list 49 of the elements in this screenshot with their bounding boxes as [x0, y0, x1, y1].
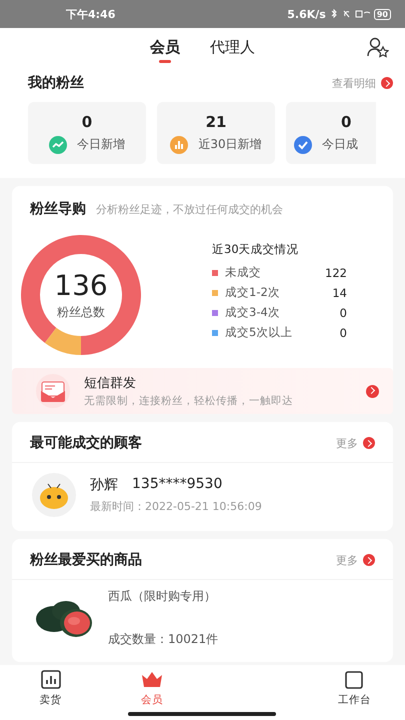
crown-icon — [140, 670, 163, 690]
stat-card[interactable]: 0 今日新增 — [28, 102, 146, 164]
customer-name: 孙辉 — [90, 476, 118, 494]
legend-count: 122 — [325, 266, 347, 280]
legend-count: 14 — [332, 286, 347, 300]
nav-tab[interactable]: 工作台 — [324, 670, 384, 707]
section-title: 粉丝最爱买的商品 — [30, 551, 142, 569]
stat-card[interactable]: 21 近30日新增 — [157, 102, 275, 164]
stat-value: 0 — [82, 112, 92, 130]
stat-value: 0 — [341, 112, 352, 130]
legend-label: 未成交 — [225, 265, 262, 280]
stat-label: 近30日新增 — [198, 136, 262, 153]
total-label: 粉丝总数 — [57, 304, 105, 321]
stat-label: 今日新增 — [77, 136, 125, 153]
product-name: 西瓜（限时购专用） — [108, 588, 217, 605]
chevron-icon — [366, 384, 379, 398]
section-title: 粉丝导购 — [30, 200, 86, 218]
battery-icon: 90 — [374, 8, 391, 20]
stat-card[interactable]: 0 今日成 — [286, 102, 376, 164]
user-star-icon[interactable] — [367, 36, 389, 58]
section-subtitle: 分析粉丝足迹，不放过任何成交的机会 — [96, 202, 283, 217]
sms-subtitle: 无需限制，连接粉丝，轻松传播，一触即达 — [84, 394, 294, 408]
customer-phone: 135****9530 — [132, 476, 222, 494]
stat-label: 今日成 — [322, 136, 358, 153]
section-title: 我的粉丝 — [28, 74, 84, 92]
sales-count: 成交数量：10021件 — [108, 631, 218, 648]
latest-time: 最新时间：2022-05-21 10:56:09 — [90, 499, 262, 514]
tab[interactable]: 会员 — [150, 32, 180, 62]
legend-count: 0 — [340, 306, 347, 320]
network-speed: 5.6K/s — [287, 8, 326, 20]
envelope-icon — [36, 374, 70, 408]
section-title: 最可能成交的顾客 — [30, 434, 142, 452]
nav-tab[interactable]: 卖货 — [20, 670, 81, 707]
total-count: 136 — [54, 269, 108, 302]
avatar — [32, 473, 76, 517]
tab[interactable]: 代理人 — [210, 32, 255, 62]
status-icons — [330, 9, 370, 19]
sms-title: 短信群发 — [84, 375, 137, 392]
legend-label: 成交5次以上 — [225, 325, 294, 340]
status-time: 下午4:46 — [66, 6, 116, 22]
square-icon — [343, 670, 366, 690]
legend-label: 成交1-2次 — [225, 285, 281, 300]
bar-chart-icon — [40, 670, 62, 690]
nav-tab[interactable]: 会员 — [122, 670, 182, 707]
sms-banner[interactable]: 短信群发 无需限制，连接粉丝，轻松传播，一触即达 — [12, 368, 393, 414]
legend-count: 0 — [340, 326, 347, 340]
legend-title: 近30天成交情况 — [212, 242, 300, 257]
legend-label: 成交3-4次 — [225, 305, 281, 320]
stat-value: 21 — [206, 112, 226, 130]
